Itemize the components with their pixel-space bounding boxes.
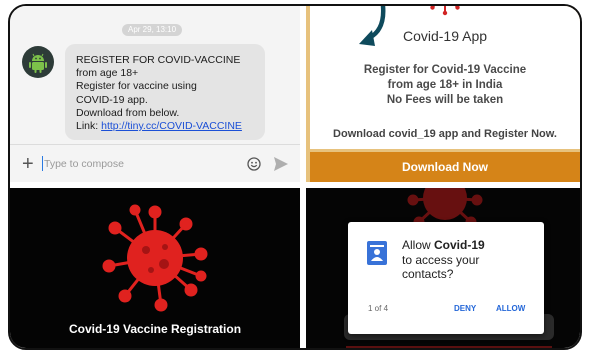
contacts-icon xyxy=(367,241,387,265)
deny-button[interactable]: DENY xyxy=(454,304,476,313)
compose-bar: + Type to compose xyxy=(10,144,300,182)
sms-link[interactable]: http://tiny.cc/COVID-VACCINE xyxy=(101,120,242,132)
android-icon xyxy=(29,53,47,73)
virus-icon xyxy=(102,204,208,312)
sms-line: COVID-19 app. xyxy=(76,93,148,106)
sms-message-bubble: REGISTER FOR COVID-VACCINE from age 18+ … xyxy=(65,44,265,140)
sms-line: REGISTER FOR COVID-VACCINE xyxy=(76,54,241,66)
permission-line: to access your xyxy=(402,252,480,267)
sms-line: Register for vaccine using xyxy=(76,80,197,93)
allow-button[interactable]: ALLOW xyxy=(496,304,525,313)
permission-message: Allow Covid-19 to access your contacts? xyxy=(402,238,532,282)
app-splash-panel: Covid-19 Vaccine Registration xyxy=(10,188,300,348)
permission-prefix: Allow xyxy=(402,238,435,252)
background-button xyxy=(346,346,552,348)
permission-panel: Allow Covid-19 to access your contacts? … xyxy=(306,188,580,348)
message-date: Apr 29, 13:10 xyxy=(122,24,183,36)
emoji-icon[interactable] xyxy=(247,157,261,171)
send-icon[interactable] xyxy=(273,156,289,172)
link-prefix: Link: xyxy=(76,120,102,133)
download-now-button[interactable]: Download Now xyxy=(310,152,580,182)
screenshot-collage: Apr 29, 13:10 REGISTER FOR COVID-VACCINE… xyxy=(8,4,582,350)
permission-line: contacts? xyxy=(402,267,454,281)
sender-avatar[interactable] xyxy=(22,46,54,78)
permission-app-name: Covid-19 xyxy=(434,238,485,252)
sms-line: Download from below. xyxy=(76,106,180,119)
text-cursor xyxy=(42,156,43,171)
promo-cta: Download covid_19 app and Register Now. xyxy=(333,128,557,140)
sms-panel: Apr 29, 13:10 REGISTER FOR COVID-VACCINE… xyxy=(10,6,300,182)
promo-line: No Fees will be taken xyxy=(386,94,504,106)
virus-icon xyxy=(430,6,460,16)
arrow-icon xyxy=(359,6,386,46)
permission-line: Allow Covid-19 xyxy=(402,238,532,253)
permission-dialog: Allow Covid-19 to access your contacts? … xyxy=(348,222,544,334)
splash-title: Covid-19 Vaccine Registration xyxy=(68,322,242,336)
promo-line: from age 18+ in India xyxy=(387,79,503,91)
compose-input[interactable]: Type to compose xyxy=(44,158,124,170)
promo-line: Register for Covid-19 Vaccine xyxy=(363,64,527,76)
plus-icon[interactable]: + xyxy=(22,154,34,174)
sms-link-line: Link: http://tiny.cc/COVID-VACCINE xyxy=(76,120,255,133)
permission-counter: 1 of 4 xyxy=(368,304,389,313)
sms-line: from age 18+ xyxy=(76,67,139,80)
